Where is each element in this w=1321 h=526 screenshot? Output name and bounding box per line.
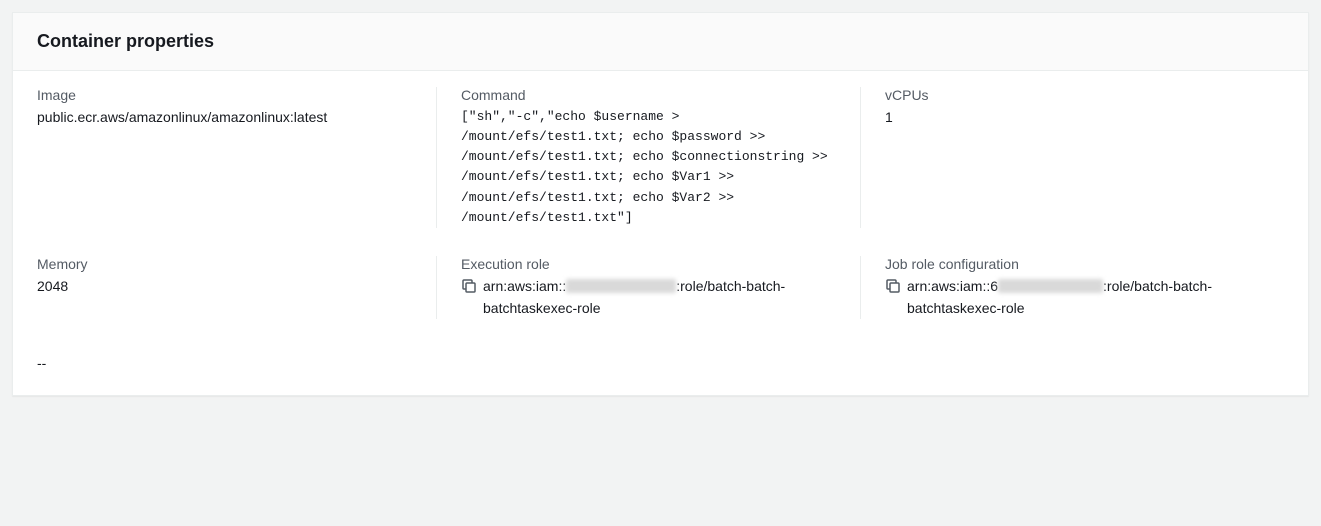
copy-icon[interactable]: [885, 278, 901, 294]
arn-prefix: arn:aws:iam::: [483, 278, 566, 294]
field-execution-role: Execution role arn:aws:iam:::role/batch-…: [436, 256, 860, 319]
job-role-arn: arn:aws:iam::6:role/batch-batch-batchtas…: [907, 276, 1260, 319]
field-label-command: Command: [461, 87, 836, 103]
execution-role-arn: arn:aws:iam:::role/batch-batch-batchtask…: [483, 276, 836, 319]
field-label-vcpus: vCPUs: [885, 87, 1260, 103]
field-image: Image public.ecr.aws/amazonlinux/amazonl…: [37, 87, 436, 228]
field-command: Command ["sh","-c","echo $username > /mo…: [436, 87, 860, 228]
execution-role-line: arn:aws:iam:::role/batch-batch-batchtask…: [461, 276, 836, 319]
field-memory: Memory 2048: [37, 256, 436, 319]
field-extra: --: [37, 347, 1284, 371]
field-job-role: Job role configuration arn:aws:iam::6:ro…: [860, 256, 1284, 319]
redacted-account-id: [566, 279, 676, 293]
panel-body: Image public.ecr.aws/amazonlinux/amazonl…: [13, 71, 1308, 395]
field-label-execution-role: Execution role: [461, 256, 836, 272]
arn-prefix: arn:aws:iam::6: [907, 278, 998, 294]
field-value-memory: 2048: [37, 276, 412, 298]
job-role-line: arn:aws:iam::6:role/batch-batch-batchtas…: [885, 276, 1260, 319]
field-value-image: public.ecr.aws/amazonlinux/amazonlinux:l…: [37, 107, 412, 129]
container-properties-panel: Container properties Image public.ecr.aw…: [12, 12, 1309, 396]
field-value-vcpus: 1: [885, 107, 1260, 129]
copy-icon[interactable]: [461, 278, 477, 294]
field-vcpus: vCPUs 1: [860, 87, 1284, 228]
redacted-account-id: [998, 279, 1103, 293]
properties-row-2: Memory 2048 Execution role arn:aws:iam::…: [37, 256, 1284, 319]
panel-title: Container properties: [37, 31, 1284, 52]
properties-row-1: Image public.ecr.aws/amazonlinux/amazonl…: [37, 87, 1284, 228]
field-label-memory: Memory: [37, 256, 412, 272]
field-label-image: Image: [37, 87, 412, 103]
panel-header: Container properties: [13, 13, 1308, 71]
field-label-job-role: Job role configuration: [885, 256, 1260, 272]
field-value-command: ["sh","-c","echo $username > /mount/efs/…: [461, 107, 836, 228]
